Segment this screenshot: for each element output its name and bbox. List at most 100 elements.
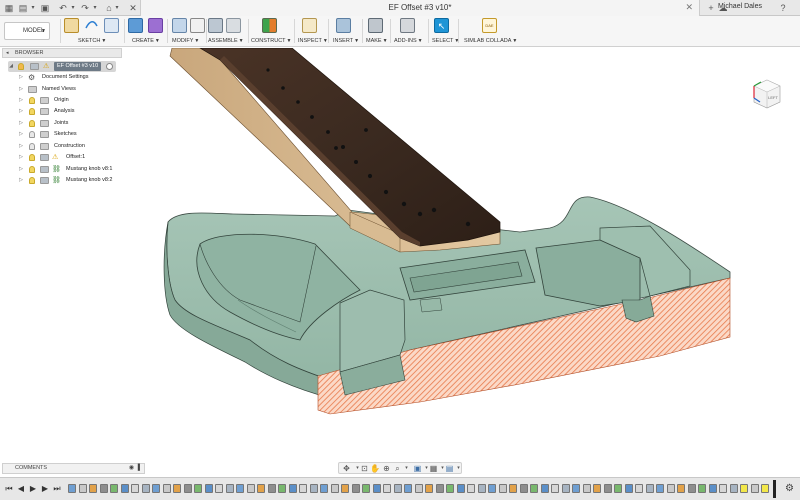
- timeline-feature-icon[interactable]: [89, 484, 97, 493]
- timeline-feature-icon[interactable]: [719, 484, 727, 493]
- timeline-feature-icon[interactable]: [498, 484, 507, 493]
- timeline-feature-icon[interactable]: [750, 484, 759, 493]
- activate-radio-icon[interactable]: [106, 63, 113, 70]
- timeline-feature-icon[interactable]: [687, 484, 696, 493]
- simlab-collada-menu[interactable]: SIMLAB COLLADA▼: [464, 38, 517, 44]
- fit-icon[interactable]: ⌕: [393, 464, 402, 473]
- new-component-icon[interactable]: [208, 18, 223, 33]
- timeline-feature-icon[interactable]: [183, 484, 192, 493]
- timeline-feature-icon[interactable]: [246, 484, 255, 493]
- timeline-marker[interactable]: [773, 480, 776, 498]
- make-menu[interactable]: MAKE▼: [366, 38, 388, 44]
- visibility-bulb-icon[interactable]: [29, 166, 35, 173]
- timeline-feature-icon[interactable]: [698, 484, 706, 493]
- timeline-settings-gear-icon[interactable]: ⚙: [785, 483, 794, 494]
- timeline-feature-icon[interactable]: [131, 484, 139, 493]
- form-icon[interactable]: [148, 18, 163, 33]
- help-icon[interactable]: ?: [778, 3, 788, 13]
- timeline-feature-icon[interactable]: [740, 484, 748, 493]
- measure-icon[interactable]: [302, 18, 317, 33]
- timeline-feature-icon[interactable]: [68, 484, 76, 493]
- extrude-icon[interactable]: [128, 18, 143, 33]
- insert-menu[interactable]: INSERT▼: [333, 38, 359, 44]
- pan-icon[interactable]: ✋: [370, 464, 380, 473]
- display-settings-icon[interactable]: ▣: [413, 464, 422, 473]
- visibility-bulb-icon[interactable]: [29, 120, 35, 127]
- close-window-icon[interactable]: ✕: [128, 3, 138, 13]
- press-pull-icon[interactable]: [172, 18, 187, 33]
- offset-plane-icon[interactable]: [262, 18, 277, 33]
- modify-menu[interactable]: MODIFY▼: [172, 38, 199, 44]
- timeline-feature-icon[interactable]: [614, 484, 622, 493]
- step-forward-icon[interactable]: ▶: [40, 484, 50, 494]
- assemble-menu[interactable]: ASSEMBLE▼: [208, 38, 244, 44]
- select-menu[interactable]: SELECT▼: [432, 38, 459, 44]
- timeline-feature-icon[interactable]: [467, 484, 475, 493]
- visibility-bulb-icon[interactable]: [29, 108, 35, 115]
- timeline-feature-icon[interactable]: [225, 484, 234, 493]
- simlab-dae-icon[interactable]: DAE: [482, 18, 497, 33]
- step-back-icon[interactable]: ◀: [16, 484, 26, 494]
- sketch-menu[interactable]: SKETCH▼: [78, 38, 106, 44]
- timeline-feature-icon[interactable]: [278, 484, 286, 493]
- visibility-bulb-icon[interactable]: [29, 177, 35, 184]
- visibility-bulb-icon[interactable]: [29, 143, 35, 150]
- timeline-feature-icon[interactable]: [110, 484, 118, 493]
- collapse-icon[interactable]: ◂: [6, 49, 9, 57]
- scripts-addins-icon[interactable]: [400, 18, 415, 33]
- close-tab-icon[interactable]: ✕: [685, 2, 693, 13]
- timeline-feature-icon[interactable]: [194, 484, 202, 493]
- timeline-feature-icon[interactable]: [603, 484, 612, 493]
- timeline-feature-icon[interactable]: [162, 484, 171, 493]
- timeline-feature-icon[interactable]: [215, 484, 223, 493]
- timeline-feature-icon[interactable]: [141, 484, 150, 493]
- timeline-feature-icon[interactable]: [152, 484, 160, 493]
- timeline-feature-icon[interactable]: [414, 484, 423, 493]
- joint-icon[interactable]: [226, 18, 241, 33]
- rectangle-tool-icon[interactable]: [104, 18, 119, 33]
- play-icon[interactable]: ▶: [28, 484, 38, 494]
- select-cursor-icon[interactable]: ↖: [434, 18, 449, 33]
- visibility-bulb-icon[interactable]: [29, 154, 35, 161]
- options-icon[interactable]: ◉ ▐: [129, 464, 140, 473]
- file-dropdown-icon[interactable]: ▾: [28, 3, 38, 13]
- timeline-feature-icon[interactable]: [645, 484, 654, 493]
- timeline-feature-icon[interactable]: [309, 484, 318, 493]
- timeline-feature-icon[interactable]: [173, 484, 181, 493]
- timeline-feature-icon[interactable]: [288, 484, 297, 493]
- timeline-feature-icon[interactable]: [236, 484, 244, 493]
- timeline-feature-icon[interactable]: [708, 484, 717, 493]
- document-tab[interactable]: EF Offset #3 v10* ✕: [140, 0, 700, 16]
- visibility-bulb-icon[interactable]: [29, 97, 35, 104]
- timeline-feature-icon[interactable]: [593, 484, 601, 493]
- redo-dropdown-icon[interactable]: ▾: [90, 3, 100, 13]
- viewports-icon[interactable]: ▤: [445, 464, 454, 473]
- timeline-feature-icon[interactable]: [99, 484, 108, 493]
- undo-icon[interactable]: ↶: [58, 3, 68, 13]
- inspect-menu[interactable]: INSPECT▼: [298, 38, 328, 44]
- undo-dropdown-icon[interactable]: ▾: [68, 3, 78, 13]
- 3d-print-icon[interactable]: [368, 18, 383, 33]
- timeline-feature-icon[interactable]: [204, 484, 213, 493]
- timeline-feature-icon[interactable]: [299, 484, 307, 493]
- workspace-switcher[interactable]: MODEL ▼: [4, 22, 50, 40]
- timeline-feature-icon[interactable]: [477, 484, 486, 493]
- timeline-feature-icon[interactable]: [320, 484, 328, 493]
- timeline-feature-icon[interactable]: [456, 484, 465, 493]
- timeline-feature-icon[interactable]: [488, 484, 496, 493]
- visibility-bulb-icon[interactable]: [29, 131, 35, 138]
- timeline-feature-icon[interactable]: [540, 484, 549, 493]
- grid-settings-icon[interactable]: ▦: [429, 464, 438, 473]
- timeline-feature-icon[interactable]: [393, 484, 402, 493]
- timeline-feature-icon[interactable]: [677, 484, 685, 493]
- redo-icon[interactable]: ↷: [80, 3, 90, 13]
- timeline-feature-icon[interactable]: [435, 484, 444, 493]
- comments-panel[interactable]: COMMENTS ◉ ▐: [2, 463, 145, 474]
- go-to-start-icon[interactable]: ⏮: [4, 484, 14, 494]
- timeline-feature-icon[interactable]: [341, 484, 349, 493]
- timeline-feature-icon[interactable]: [383, 484, 391, 493]
- timeline-feature-icon[interactable]: [78, 484, 87, 493]
- timeline-feature-icon[interactable]: [582, 484, 591, 493]
- addins-menu[interactable]: ADD-INS▼: [394, 38, 423, 44]
- timeline-feature-icon[interactable]: [362, 484, 370, 493]
